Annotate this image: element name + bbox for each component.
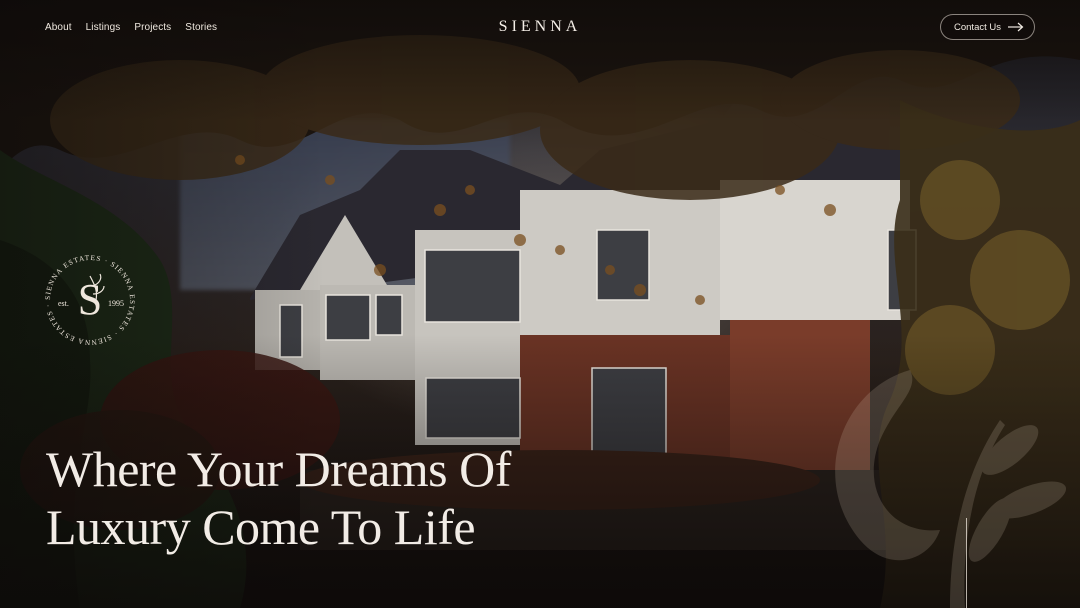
nav-link-projects[interactable]: Projects <box>134 22 171 33</box>
hero-headline-line-1: Where Your Dreams Of <box>46 441 511 497</box>
hero-headline: Where Your Dreams Of Luxury Come To Life <box>46 440 646 556</box>
brand-logo[interactable]: SIENNA <box>499 18 582 36</box>
nav-link-stories[interactable]: Stories <box>185 22 217 33</box>
seal-year: 1995 <box>108 299 124 308</box>
nav-links: About Listings Projects Stories <box>45 22 217 33</box>
contact-us-label: Contact Us <box>954 21 1001 33</box>
estates-seal-logo: SIENNA ESTATES · SIENNA ESTATES · SIENNA… <box>44 254 135 346</box>
botanical-watermark-icon <box>835 370 1067 608</box>
hero-headline-line-2: Luxury Come To Life <box>46 499 476 555</box>
hero-section: About Listings Projects Stories SIENNA C… <box>0 0 1080 608</box>
scroll-indicator-line <box>966 518 967 608</box>
contact-us-button[interactable]: Contact Us <box>940 14 1035 40</box>
top-navigation: About Listings Projects Stories SIENNA C… <box>0 0 1080 54</box>
seal-est-label: est. <box>58 299 69 308</box>
nav-link-about[interactable]: About <box>45 22 72 33</box>
arrow-right-icon <box>1008 22 1024 32</box>
nav-link-listings[interactable]: Listings <box>86 22 121 33</box>
